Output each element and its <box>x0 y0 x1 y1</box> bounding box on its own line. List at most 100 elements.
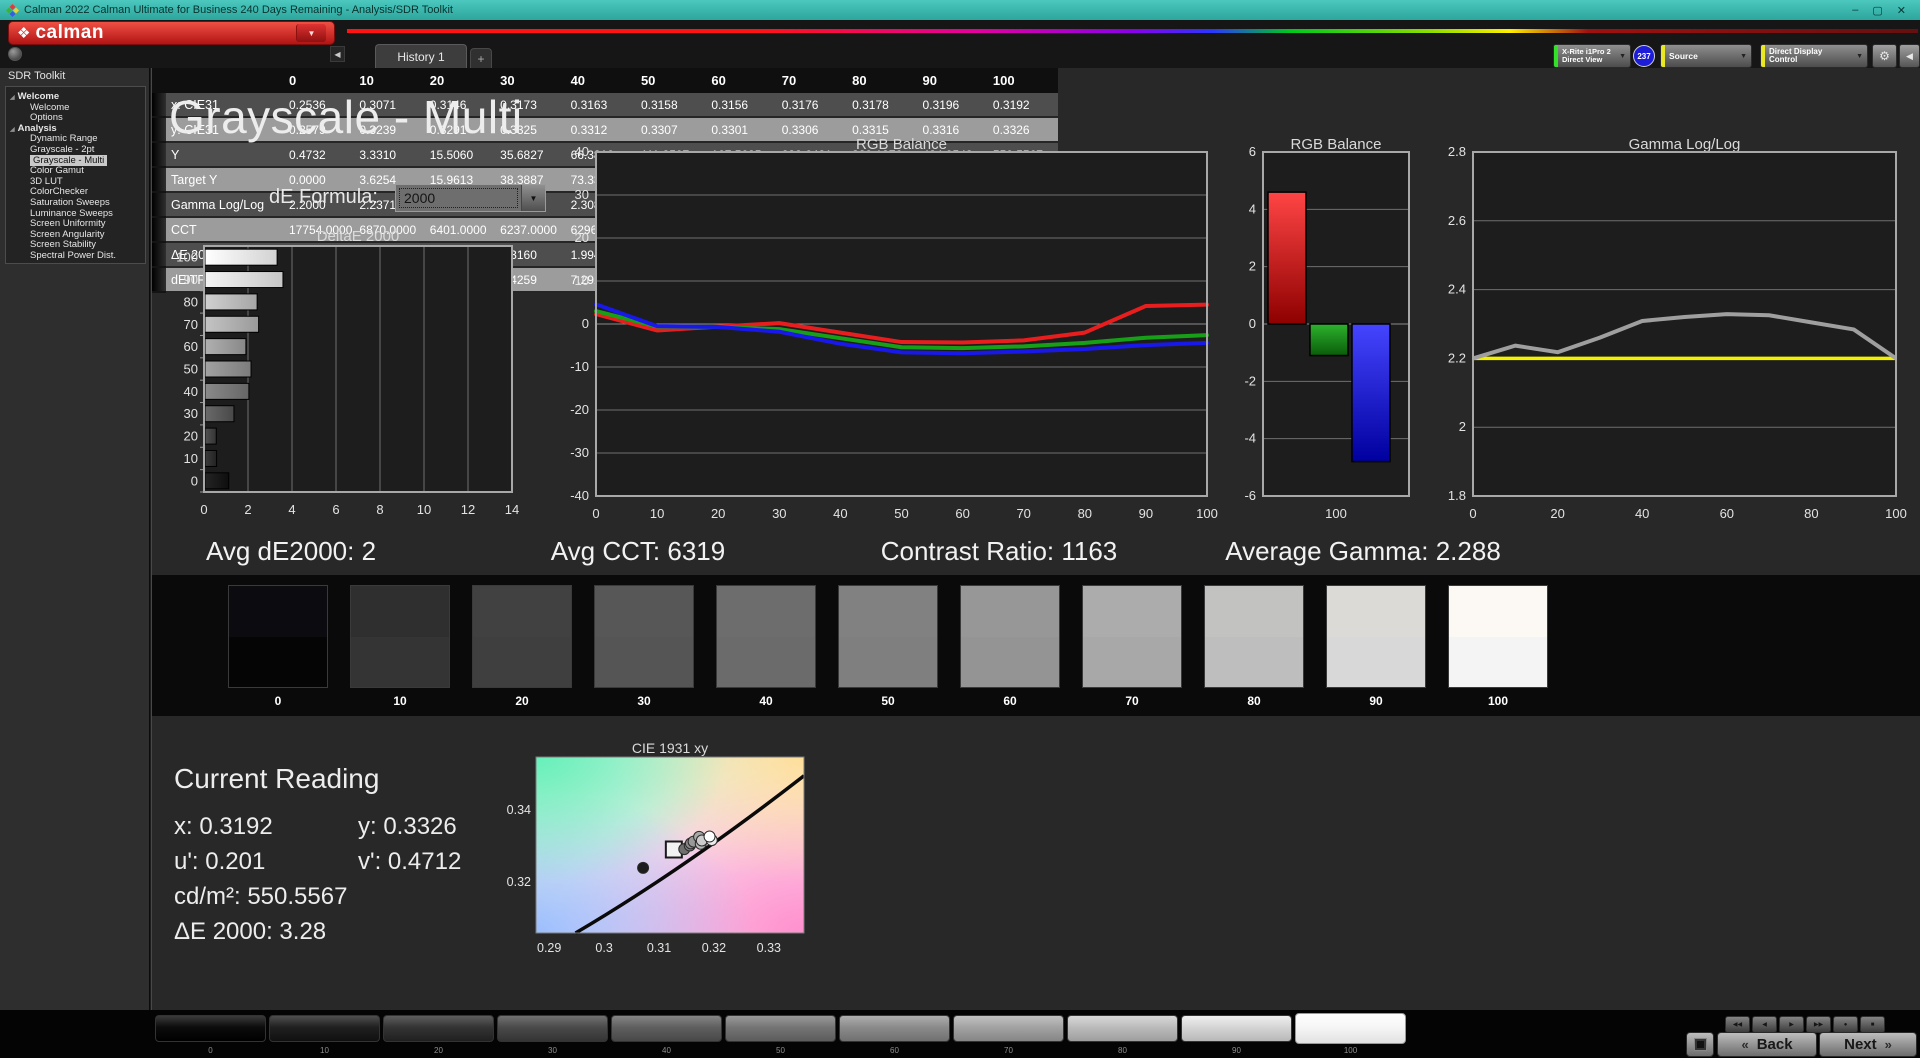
source-dropdown[interactable]: Source ▼ <box>1660 44 1752 68</box>
media-button-record[interactable]: ● <box>1833 1016 1858 1033</box>
media-button-step-forward[interactable]: ▶▶ <box>1806 1016 1831 1033</box>
sidebar-item-spectral-power-dist[interactable]: Spectral Power Dist. <box>30 250 116 261</box>
table-cell: 0.3156 <box>706 93 776 118</box>
sidebar-item-analysis[interactable]: ◢Analysis <box>10 123 57 134</box>
sidebar-item-welcome[interactable]: ◢Welcome <box>10 91 59 102</box>
workspace-indicator[interactable] <box>8 47 22 61</box>
meter-count-badge[interactable]: 237 <box>1633 45 1655 67</box>
calman-menu-arrow[interactable]: ▼ <box>296 24 326 42</box>
grayscale-swatch-0 <box>228 585 328 688</box>
chevron-down-icon: ▼ <box>1856 53 1867 60</box>
sidebar-item-grayscale-2pt[interactable]: Grayscale - 2pt <box>30 144 94 155</box>
footer-step-90[interactable] <box>1181 1015 1292 1042</box>
calman-menu-button[interactable]: ❖ calman ▼ <box>8 21 335 45</box>
media-button-step-back[interactable]: ◀ <box>1752 1016 1777 1033</box>
sidebar-item-colorchecker[interactable]: ColorChecker <box>30 186 88 197</box>
sidebar-item-screen-angularity[interactable]: Screen Angularity <box>30 229 104 240</box>
footer-step-70[interactable] <box>953 1015 1064 1042</box>
footer-step-10[interactable] <box>269 1015 380 1042</box>
svg-text:100: 100 <box>176 250 198 265</box>
svg-text:4: 4 <box>1249 201 1256 216</box>
footer-step-50[interactable] <box>725 1015 836 1042</box>
tree-expand-icon[interactable]: ◢ <box>10 95 15 101</box>
footer-step-40[interactable] <box>611 1015 722 1042</box>
svg-text:40: 40 <box>833 506 847 521</box>
media-button-stop[interactable]: ■ <box>1860 1016 1885 1033</box>
footer-step-label: 100 <box>1295 1046 1406 1055</box>
close-button[interactable]: ✕ <box>1897 4 1906 17</box>
swatch-target <box>229 637 327 688</box>
footer-step-0[interactable] <box>155 1015 266 1042</box>
back-button[interactable]: « Back <box>1717 1032 1817 1057</box>
footer-step-60[interactable] <box>839 1015 950 1042</box>
table-cell: 0.3158 <box>636 93 706 118</box>
cie-measured-point <box>638 862 649 873</box>
svg-text:20: 20 <box>711 506 725 521</box>
settings-button[interactable]: ⚙ <box>1872 44 1897 68</box>
swatch-actual <box>229 586 327 637</box>
tab-history-1[interactable]: History 1 <box>375 44 467 68</box>
page-title: Grayscale - Multi <box>169 90 523 144</box>
sidebar-item-3d-lut[interactable]: 3D LUT <box>30 176 63 187</box>
meter-dropdown[interactable]: X-Rite i1Pro 2 Direct View ▼ <box>1553 44 1631 68</box>
window-title: Calman 2022 Calman Ultimate for Business… <box>24 4 453 16</box>
de-formula-dropdown[interactable]: 2000 ▼ <box>395 184 546 212</box>
media-button-rewind[interactable]: ◀◀ <box>1725 1016 1750 1033</box>
svg-text:0.32: 0.32 <box>702 941 726 955</box>
svg-text:100: 100 <box>1885 506 1907 521</box>
meter-mode: Direct View <box>1562 55 1602 64</box>
table-column-header: 100 <box>988 68 1058 93</box>
reading-de: ΔE 2000: 3.28 <box>174 918 326 946</box>
logo-row: ❖ calman ▼ <box>0 20 1920 46</box>
footer-step-label: 90 <box>1181 1046 1292 1055</box>
grayscale-swatch-50 <box>838 585 938 688</box>
table-row-gutter <box>152 193 166 218</box>
sidebar-item-luminance-sweeps[interactable]: Luminance Sweeps <box>30 208 113 219</box>
footer-step-label: 50 <box>725 1046 836 1055</box>
stop-measure-button[interactable] <box>1686 1032 1714 1057</box>
svg-text:6: 6 <box>1249 144 1256 159</box>
footer-step-label: 0 <box>155 1046 266 1055</box>
svg-text:-40: -40 <box>570 488 589 503</box>
swatch-actual <box>1205 586 1303 637</box>
sidebar-item-saturation-sweeps[interactable]: Saturation Sweeps <box>30 197 110 208</box>
footer-step-100[interactable] <box>1295 1013 1406 1044</box>
sidebar-item-screen-stability[interactable]: Screen Stability <box>30 239 96 250</box>
sidebar-item-options[interactable]: Options <box>30 112 63 123</box>
sidebar-collapse-button[interactable]: ◀ <box>330 46 345 62</box>
svg-text:20: 20 <box>1550 506 1564 521</box>
swatch-actual <box>717 586 815 637</box>
svg-text:70: 70 <box>184 317 198 332</box>
deltae-bar-40 <box>205 383 249 399</box>
de-formula-value: 2000 <box>399 188 518 208</box>
panel-collapse-button[interactable]: ◀ <box>1899 44 1920 68</box>
table-row-gutter <box>152 143 166 168</box>
next-button[interactable]: Next » <box>1819 1032 1917 1057</box>
display-control-dropdown[interactable]: Direct Display Control ▼ <box>1760 44 1868 68</box>
table-row-gutter <box>152 168 166 193</box>
deltae-bar-70 <box>205 316 259 332</box>
svg-text:2: 2 <box>1249 259 1256 274</box>
table-row-gutter <box>152 118 166 143</box>
grayscale-swatch-80 <box>1204 585 1304 688</box>
footer-step-30[interactable] <box>497 1015 608 1042</box>
grayscale-swatch-90 <box>1326 585 1426 688</box>
maximize-button[interactable]: ▢ <box>1872 4 1882 17</box>
sidebar-item-dynamic-range[interactable]: Dynamic Range <box>30 133 98 144</box>
svg-text:10: 10 <box>417 502 431 517</box>
play-icon: ▶ <box>1789 1021 1794 1028</box>
sidebar-item-screen-uniformity[interactable]: Screen Uniformity <box>30 218 106 229</box>
table-cell: 0.3196 <box>918 93 988 118</box>
sidebar-item-color-gamut[interactable]: Color Gamut <box>30 165 84 176</box>
footer-step-20[interactable] <box>383 1015 494 1042</box>
media-button-play[interactable]: ▶ <box>1779 1016 1804 1033</box>
deltae-bar-90 <box>205 272 283 288</box>
chevron-left-icon: ◀ <box>334 50 340 59</box>
sidebar-item-welcome[interactable]: Welcome <box>30 102 69 113</box>
minimize-button[interactable]: – <box>1852 4 1858 17</box>
sidebar-item-grayscale-multi[interactable]: Grayscale - Multi <box>30 155 107 166</box>
tree-expand-icon[interactable]: ◢ <box>10 127 15 133</box>
footer-step-80[interactable] <box>1067 1015 1178 1042</box>
swatch-level-label: 10 <box>350 694 450 708</box>
add-tab-button[interactable]: + <box>470 48 492 68</box>
